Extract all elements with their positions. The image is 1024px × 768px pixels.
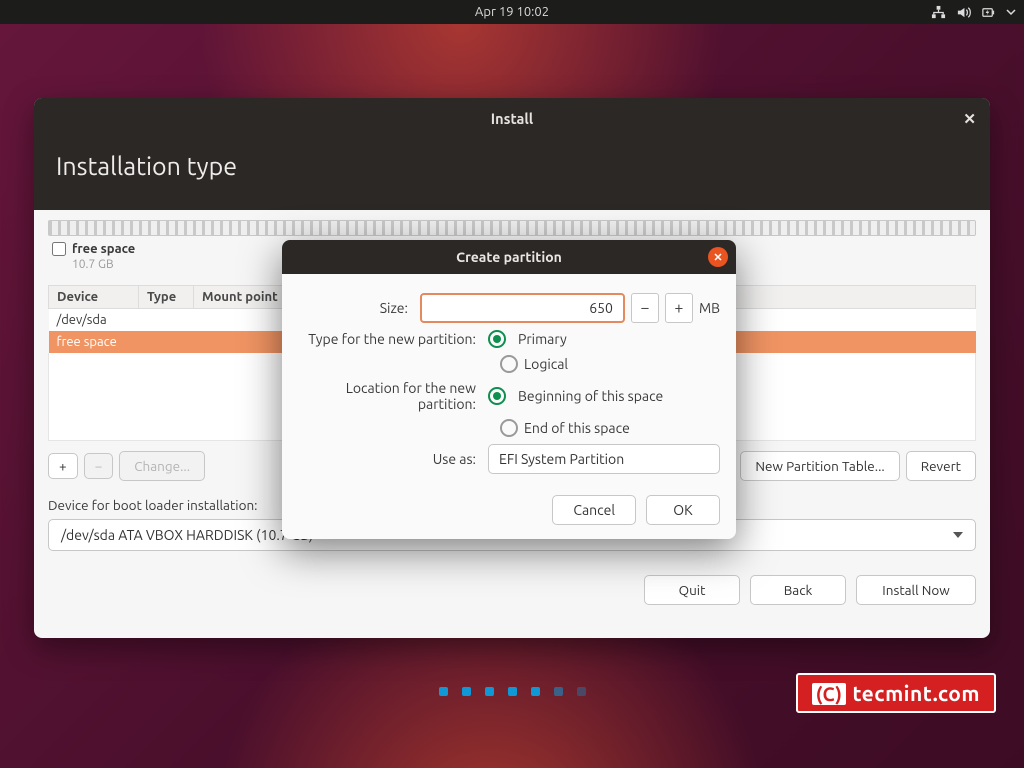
ok-button[interactable]: OK xyxy=(646,495,720,525)
change-partition-button[interactable]: Change... xyxy=(119,451,205,481)
dot xyxy=(577,687,586,696)
size-decrement-button[interactable]: − xyxy=(631,293,659,323)
close-icon[interactable]: ✕ xyxy=(708,247,728,267)
revert-button[interactable]: Revert xyxy=(906,451,976,481)
new-partition-table-button[interactable]: New Partition Table... xyxy=(740,451,899,481)
dialog-title: Create partition xyxy=(456,249,562,265)
use-as-select[interactable]: EFI System Partition xyxy=(488,444,720,474)
dialog-titlebar[interactable]: Create partition ✕ xyxy=(282,240,736,274)
partition-location-label: Location for the new partition: xyxy=(298,380,488,412)
size-increment-button[interactable]: + xyxy=(665,293,693,323)
battery-icon[interactable] xyxy=(981,5,996,20)
cancel-button[interactable]: Cancel xyxy=(552,495,636,525)
remove-partition-button[interactable]: − xyxy=(84,453,114,479)
dot xyxy=(485,687,494,696)
chevron-down-icon[interactable] xyxy=(1006,7,1016,17)
radio-end[interactable] xyxy=(500,419,518,437)
size-input[interactable] xyxy=(420,293,625,323)
clock[interactable]: Apr 19 10:02 xyxy=(475,5,549,19)
col-device[interactable]: Device xyxy=(49,286,139,309)
dot xyxy=(531,687,540,696)
use-as-label: Use as: xyxy=(298,451,488,467)
col-type[interactable]: Type xyxy=(139,286,194,309)
size-label: Size: xyxy=(298,300,420,316)
radio-logical-label: Logical xyxy=(524,356,568,372)
gnome-top-bar: Apr 19 10:02 xyxy=(0,0,1024,24)
create-partition-dialog: Create partition ✕ Size: − + MB Type for… xyxy=(282,240,736,539)
chevron-down-icon xyxy=(953,532,963,538)
radio-beginning[interactable] xyxy=(488,387,506,405)
dot xyxy=(439,687,448,696)
radio-primary-label: Primary xyxy=(518,331,567,347)
use-as-value: EFI System Partition xyxy=(499,451,624,467)
dot xyxy=(508,687,517,696)
window-header: Installation type xyxy=(34,138,990,210)
radio-beginning-label: Beginning of this space xyxy=(518,388,663,404)
partition-type-label: Type for the new partition: xyxy=(298,331,488,347)
close-icon[interactable]: ✕ xyxy=(963,110,976,128)
free-space-label: free space xyxy=(72,242,135,256)
radio-primary[interactable] xyxy=(488,330,506,348)
network-icon[interactable] xyxy=(931,5,946,20)
window-title: Install xyxy=(491,110,533,127)
watermark-c: (C) xyxy=(812,683,847,705)
dot xyxy=(462,687,471,696)
quit-button[interactable]: Quit xyxy=(644,575,740,605)
add-partition-button[interactable]: + xyxy=(48,453,78,479)
free-space-checkbox[interactable] xyxy=(52,242,66,256)
page-heading: Installation type xyxy=(56,152,968,180)
install-now-button[interactable]: Install Now xyxy=(856,575,976,605)
partition-usage-bar[interactable] xyxy=(48,220,976,236)
size-unit: MB xyxy=(699,300,720,316)
watermark-text: tecmint.com xyxy=(852,681,980,705)
bootloader-value: /dev/sda ATA VBOX HARDDISK (10.7 GB) xyxy=(61,527,313,543)
watermark: (C)tecmint.com xyxy=(796,673,996,713)
volume-icon[interactable] xyxy=(956,5,971,20)
window-titlebar[interactable]: Install ✕ xyxy=(34,98,990,138)
dot xyxy=(554,687,563,696)
back-button[interactable]: Back xyxy=(750,575,846,605)
system-tray[interactable] xyxy=(931,0,1016,24)
radio-logical[interactable] xyxy=(500,355,518,373)
radio-end-label: End of this space xyxy=(524,420,630,436)
